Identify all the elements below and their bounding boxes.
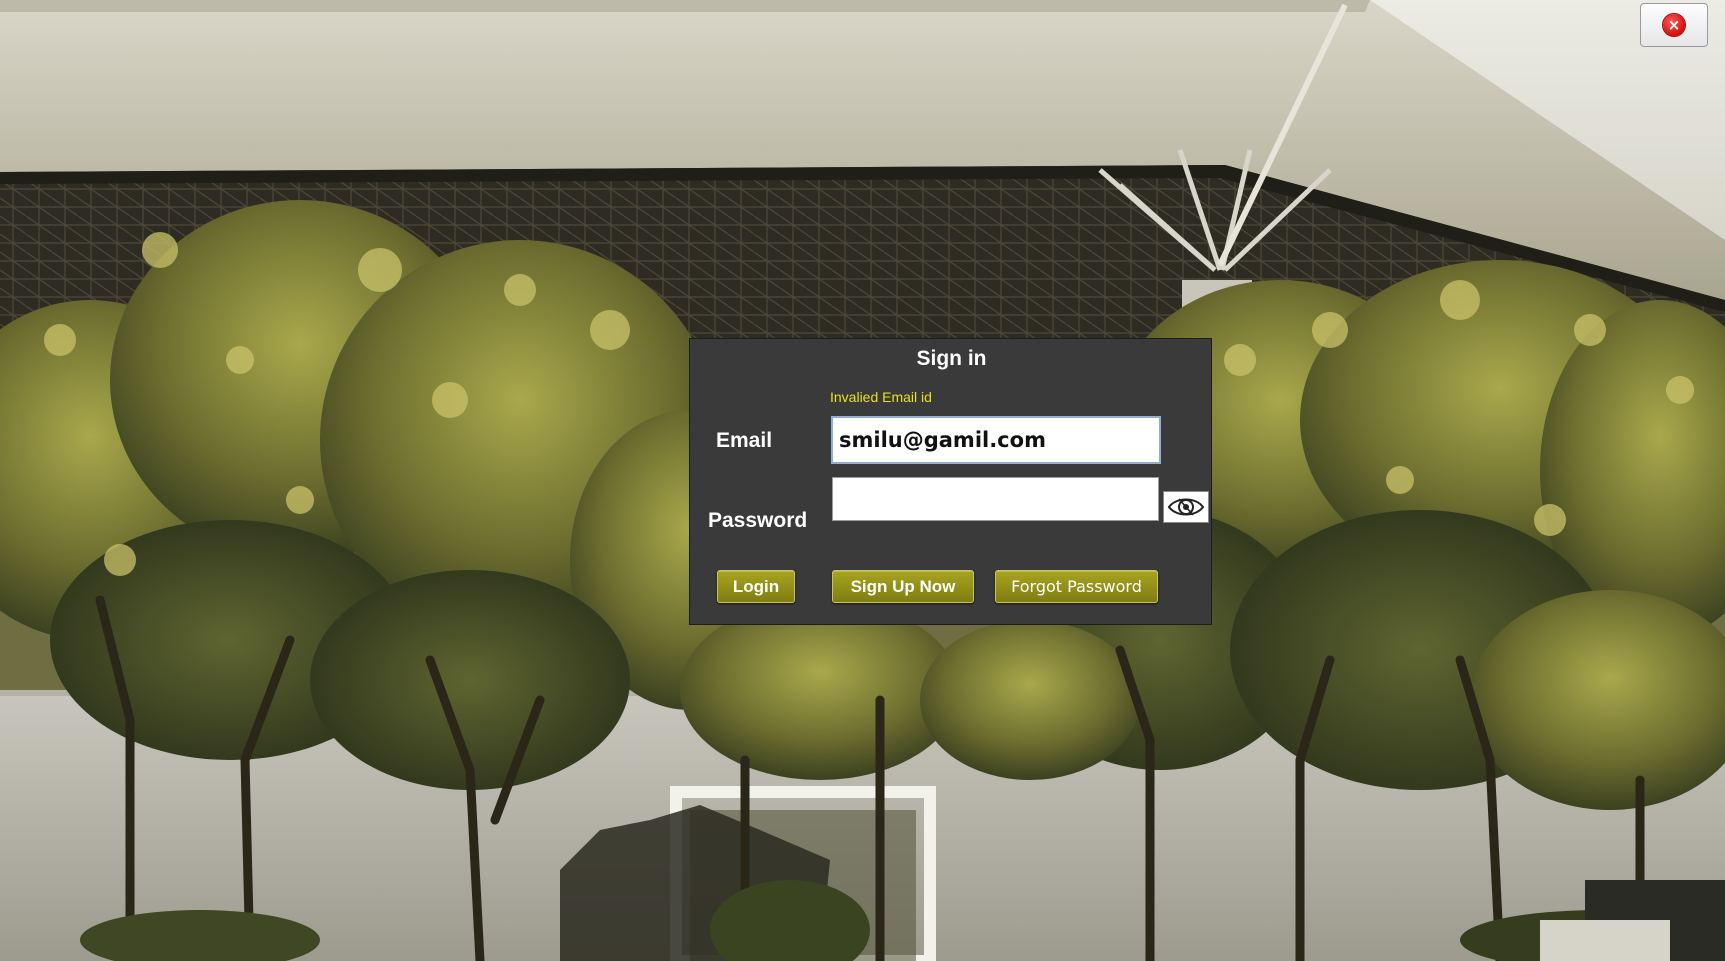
login-screen: × Sign in Invalied Email id Email Passwo… — [0, 0, 1725, 961]
eye-icon — [1167, 498, 1205, 516]
close-icon: × — [1663, 14, 1685, 36]
password-field[interactable] — [832, 477, 1159, 521]
show-password-button[interactable] — [1163, 491, 1209, 523]
signin-dialog: Sign in Invalied Email id Email Password… — [689, 338, 1212, 625]
email-error-message: Invalied Email id — [830, 389, 932, 405]
email-label: Email — [716, 429, 773, 452]
signup-button[interactable]: Sign Up Now — [832, 570, 974, 603]
forgot-password-button[interactable]: Forgot Password — [995, 570, 1158, 603]
password-label: Password — [708, 509, 808, 532]
close-button[interactable]: × — [1640, 3, 1708, 47]
email-field[interactable] — [831, 416, 1161, 464]
login-button[interactable]: Login — [717, 570, 795, 603]
signin-title: Sign in — [916, 347, 987, 370]
